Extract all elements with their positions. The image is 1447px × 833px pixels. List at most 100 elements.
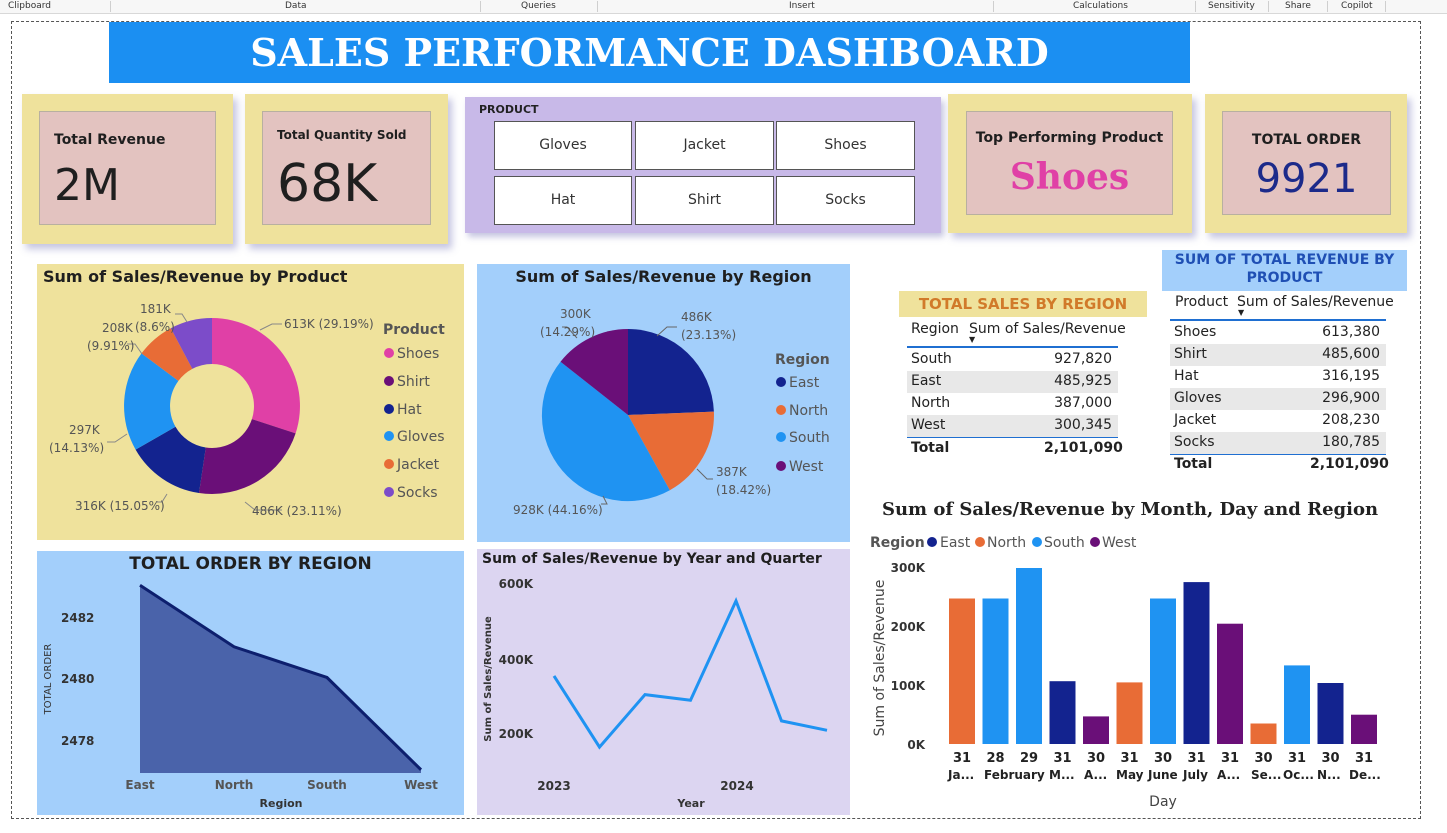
- table-row[interactable]: Shirt 485,600: [1170, 344, 1386, 366]
- region-table-cell: East: [911, 373, 942, 389]
- slicer-option-shirt[interactable]: Shirt: [635, 176, 774, 225]
- ribbon-share[interactable]: Share: [1285, 0, 1311, 13]
- table-row[interactable]: Gloves 296,900: [1170, 388, 1386, 410]
- bar-month-label: M...: [1049, 768, 1075, 782]
- slicer-title: PRODUCT: [479, 103, 539, 116]
- month-day-bar-panel[interactable]: Sum of Sales/Revenue by Month, Day and R…: [865, 496, 1413, 814]
- slicer-option-gloves[interactable]: Gloves: [494, 121, 632, 170]
- region-table-cell: South: [911, 351, 952, 367]
- bar-month-label: A...: [1217, 768, 1240, 782]
- bar-south[interactable]: [1150, 598, 1176, 745]
- bar-day-label: 31: [1053, 751, 1071, 766]
- bar-east[interactable]: [1049, 681, 1076, 744]
- bar-month-label: Se...: [1251, 768, 1281, 782]
- bar-east[interactable]: [1183, 582, 1210, 744]
- region-table-visual[interactable]: TOTAL SALES BY REGION Region Sum of Sale…: [899, 291, 1149, 461]
- region-table-cell: West: [911, 417, 946, 433]
- table-row[interactable]: Socks 180,785: [1170, 432, 1386, 454]
- area-ytick: 2478: [61, 734, 94, 748]
- pie-label-west-1: 300K: [560, 307, 592, 321]
- line-xlabel: Year: [676, 797, 705, 810]
- bar-south[interactable]: [982, 598, 1009, 745]
- bar-day-label: 31: [1120, 751, 1138, 766]
- ribbon-insert[interactable]: Insert: [789, 0, 815, 13]
- sort-down-icon[interactable]: ▼: [969, 335, 975, 344]
- ribbon-clipboard[interactable]: Clipboard: [8, 0, 51, 13]
- bar-north[interactable]: [1116, 682, 1143, 744]
- slicer-option-hat[interactable]: Hat: [494, 176, 632, 225]
- table-row[interactable]: Hat 316,195: [1170, 366, 1386, 388]
- year-quarter-line-panel[interactable]: Sum of Sales/Revenue by Year and Quarter…: [477, 549, 850, 815]
- bar-month-label: N...: [1317, 768, 1341, 782]
- region-pie-panel[interactable]: Sum of Sales/Revenue by Region 486K (23.…: [477, 264, 850, 542]
- region-table-header-value[interactable]: Sum of Sales/Revenue: [969, 321, 1126, 337]
- ribbon-copilot[interactable]: Copilot: [1341, 0, 1373, 13]
- area-xtick: North: [215, 778, 253, 792]
- area-ytick: 2482: [61, 611, 94, 625]
- bar-north[interactable]: [1250, 723, 1277, 745]
- slicer-option-shoes[interactable]: Shoes: [776, 121, 915, 170]
- ribbon-queries[interactable]: Queries: [521, 0, 556, 13]
- product-donut-panel[interactable]: Sum of Sales/Revenue by Product 613K (29…: [37, 264, 464, 540]
- table-row[interactable]: South 927,820: [907, 349, 1118, 371]
- product-table-visual[interactable]: SUM OF TOTAL REVENUE BY PRODUCT Product …: [1162, 250, 1407, 476]
- product-table-cell: 208,230: [1322, 412, 1380, 428]
- kpi-quantity-card[interactable]: Total Quantity Sold 68K: [245, 94, 448, 244]
- kpi-quantity-value: 68K: [277, 154, 378, 214]
- product-table-cell: 613,380: [1322, 324, 1380, 340]
- table-row[interactable]: Shoes 613,380: [1170, 322, 1386, 344]
- kpi-orders-label: TOTAL ORDER: [1251, 132, 1362, 148]
- table-row[interactable]: Jacket 208,230: [1170, 410, 1386, 432]
- kpi-revenue-value: 2M: [54, 160, 120, 211]
- ribbon-calculations[interactable]: Calculations: [1073, 0, 1128, 13]
- region-table-cell: 387,000: [1054, 395, 1112, 411]
- pie-legend-title: Region: [775, 352, 830, 368]
- product-table-header-value[interactable]: Sum of Sales/Revenue: [1237, 294, 1394, 310]
- region-table-cell: 485,925: [1054, 373, 1112, 389]
- line-ytick: 400K: [499, 653, 534, 667]
- bar-west[interactable]: [1351, 714, 1377, 744]
- product-table-cell: 485,600: [1322, 346, 1380, 362]
- region-table-header-region[interactable]: Region: [911, 321, 959, 337]
- ribbon-data[interactable]: Data: [285, 0, 307, 13]
- line-xtick: 2024: [720, 779, 753, 793]
- slicer-option-jacket[interactable]: Jacket: [635, 121, 774, 170]
- legend-socks-marker: [384, 487, 394, 497]
- kpi-orders-card[interactable]: TOTAL ORDER 9921: [1205, 94, 1407, 233]
- table-row[interactable]: West 300,345: [907, 415, 1118, 437]
- bar-west[interactable]: [1217, 623, 1243, 744]
- line-ylabel: Sum of Sales/Revenue: [483, 616, 494, 742]
- kpi-top-product-value: Shoes: [1009, 156, 1130, 198]
- bar-day-label: 31: [1288, 751, 1306, 766]
- product-table-header-product[interactable]: Product: [1175, 294, 1228, 310]
- ribbon-sensitivity[interactable]: Sensitivity: [1208, 0, 1255, 13]
- legend-south-marker: [776, 432, 786, 442]
- pie-label-east-1: 486K: [681, 310, 713, 324]
- bar-east[interactable]: [1317, 683, 1344, 744]
- donut-label-shoes: 613K (29.19%): [284, 317, 374, 331]
- orders-area-panel[interactable]: TOTAL ORDER BY REGION 2482 2480 2478 Eas…: [37, 551, 464, 815]
- kpi-top-product-card[interactable]: Top Performing Product Shoes: [948, 94, 1192, 233]
- bar-ylabel: Sum of Sales/Revenue: [872, 580, 888, 737]
- donut-slice-shirt: [199, 419, 296, 494]
- pie-label-north-1: 387K: [716, 465, 748, 479]
- product-slicer: PRODUCT Gloves Jacket Shoes Hat Shirt So…: [465, 97, 941, 233]
- bar-west[interactable]: [1083, 716, 1109, 744]
- kpi-revenue-card[interactable]: Total Revenue 2M: [22, 94, 233, 244]
- bar-south[interactable]: [1016, 568, 1042, 744]
- bar-legend-north: North: [987, 535, 1026, 551]
- slicer-option-socks[interactable]: Socks: [776, 176, 915, 225]
- bar-south[interactable]: [1284, 665, 1310, 744]
- bar-day-label: 30: [1321, 751, 1339, 766]
- area-xtick: East: [125, 778, 154, 792]
- bar-chart-svg: Region East North South West 300K 200K 1…: [870, 535, 1381, 810]
- table-row[interactable]: East 485,925: [907, 371, 1118, 393]
- area-chart-svg: 2482 2480 2478 East North South West Reg…: [43, 583, 438, 810]
- donut-legend-shoes: Shoes: [397, 346, 439, 362]
- donut-legend-hat: Hat: [397, 402, 422, 418]
- sort-down-icon[interactable]: ▼: [1238, 308, 1244, 317]
- table-row[interactable]: North 387,000: [907, 393, 1118, 415]
- quarter-line: [552, 597, 828, 750]
- bar-day-label: 28: [986, 751, 1004, 766]
- bar-north[interactable]: [949, 598, 975, 745]
